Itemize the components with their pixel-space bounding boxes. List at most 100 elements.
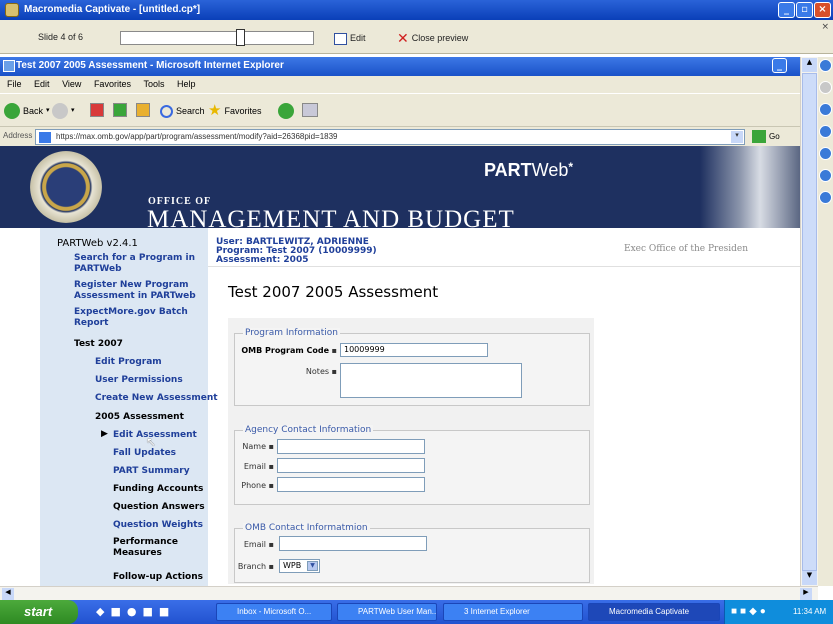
close-preview-button[interactable]: ✕ Close preview (397, 29, 468, 49)
nav-user-permissions[interactable]: User Permissions (95, 375, 183, 386)
agency-phone-label: Phone ▪ (241, 481, 274, 490)
omb-seal-logo (30, 151, 102, 223)
slide-progress-track[interactable] (120, 31, 314, 45)
minimize-icon[interactable]: _ (778, 2, 795, 18)
taskbar-inbox[interactable]: Inbox - Microsoft O... (216, 603, 332, 621)
start-button[interactable]: start (0, 600, 78, 624)
nav-question-weights[interactable]: Question Weights (113, 520, 203, 531)
ie-toolbar: Back ▾ ▾ Search ★ Favorites (0, 93, 800, 126)
refresh-icon[interactable] (113, 103, 127, 117)
ie-window-title: Test 2007 2005 Assessment - Microsoft In… (16, 60, 284, 71)
search-button[interactable]: Search (160, 102, 205, 120)
mouse-cursor-icon: ↖ (146, 435, 157, 449)
rewind-icon[interactable] (819, 125, 832, 138)
agency-email-input[interactable] (277, 458, 425, 473)
nav-program-name: Test 2007 (74, 339, 123, 349)
branch-select[interactable]: WPB ▼ (279, 559, 320, 573)
nav-question-answers[interactable]: Question Answers (113, 502, 205, 513)
clock: 11:34 AM (793, 607, 827, 616)
scroll-left-icon[interactable]: ◀ (2, 588, 14, 600)
play-icon[interactable] (819, 59, 832, 72)
forward-arrow-icon (52, 103, 68, 119)
nav-fall-updates[interactable]: Fall Updates (113, 448, 176, 459)
menu-file[interactable]: File (7, 79, 22, 89)
scroll-thumb[interactable] (802, 73, 817, 571)
nav-register-assessment[interactable]: Register New Program Assessment in PARTw… (74, 280, 204, 302)
captivate-title-bar: Macromedia Captivate - [untitled.cp*] _ … (0, 0, 833, 20)
nav-create-assessment[interactable]: Create New Assessment (95, 393, 218, 404)
menu-favorites[interactable]: Favorites (94, 79, 131, 89)
edit-button[interactable]: Edit (334, 29, 366, 49)
slide-counter: Slide 4 of 6 (38, 32, 84, 42)
omb-email-input[interactable] (279, 536, 427, 551)
nav-followup-actions[interactable]: Follow-up Actions (113, 572, 203, 583)
scroll-right-icon[interactable]: ▶ (800, 588, 812, 600)
nav-part-summary[interactable]: PART Summary (113, 466, 190, 477)
captivate-playback-controls (818, 57, 833, 586)
taskbar-partweb-manual[interactable]: PARTWeb User Man... (337, 603, 437, 621)
go-arrow-icon (752, 130, 766, 143)
horizontal-scrollbar[interactable]: ◀ ▶ (0, 586, 818, 600)
slide-progress-thumb[interactable] (236, 29, 245, 46)
ie-title-bar: Test 2007 2005 Assessment - Microsoft In… (0, 57, 800, 76)
taskbar-internet-explorer[interactable]: 3 Internet Explorer (443, 603, 583, 621)
exec-office-text: Exec Office of the Presiden (624, 244, 749, 254)
close-preview-icon: ✕ (397, 30, 409, 47)
assessment-line: Assessment: 2005 (216, 255, 309, 265)
taskbar-captivate[interactable]: Macromedia Captivate (588, 603, 720, 621)
nav-performance-measures[interactable]: Performance Measures (113, 537, 203, 559)
captivate-window-title: Macromedia Captivate - [untitled.cp*] (24, 4, 201, 15)
page-title: Test 2007 2005 Assessment (228, 283, 439, 301)
nav-funding-accounts[interactable]: Funding Accounts (113, 484, 203, 495)
menu-edit[interactable]: Edit (34, 79, 50, 89)
previous-icon[interactable] (819, 147, 832, 160)
address-bar: Address https://max.omb.gov/app/part/pro… (0, 126, 800, 146)
nav-expectmore-report[interactable]: ExpectMore.gov Batch Report (74, 307, 204, 329)
system-tray: ■■◆● 11:34 AM (724, 600, 833, 624)
select-arrow-icon: ▼ (307, 561, 318, 571)
agency-name-input[interactable] (277, 439, 425, 454)
agency-email-label: Email ▪ (243, 462, 274, 471)
nav-search-program[interactable]: Search for a Program in PARTWeb (74, 253, 204, 275)
home-icon[interactable] (136, 103, 150, 117)
scroll-down-icon[interactable]: ▼ (802, 571, 817, 585)
menu-help[interactable]: Help (177, 79, 196, 89)
menu-tools[interactable]: Tools (143, 79, 164, 89)
dropdown-arrow-icon[interactable]: ▾ (731, 131, 743, 143)
panel-close-icon[interactable]: × (821, 22, 829, 32)
menu-view[interactable]: View (62, 79, 81, 89)
url-input[interactable]: https://max.omb.gov/app/part/program/ass… (35, 129, 745, 145)
agency-name-label: Name ▪ (242, 442, 274, 451)
scroll-up-icon[interactable]: ▲ (802, 58, 817, 72)
tray-icons[interactable]: ■■◆● (731, 606, 769, 617)
close-icon[interactable]: × (814, 2, 831, 18)
favorites-star-icon: ★ (208, 102, 222, 119)
print-icon[interactable] (302, 103, 318, 117)
omb-code-label: OMB Program Code ▪ (241, 346, 337, 355)
nav-assessment-year: 2005 Assessment (95, 412, 184, 422)
back-button[interactable]: Back ▾ (4, 102, 50, 120)
stop-icon[interactable] (90, 103, 104, 117)
vertical-scrollbar[interactable]: ▲ ▼ (800, 57, 818, 586)
pause-icon[interactable] (819, 81, 832, 94)
maximize-icon[interactable]: ▫ (796, 2, 813, 18)
exit-icon[interactable] (819, 191, 832, 204)
forward-button[interactable]: ▾ (52, 102, 75, 120)
notes-textarea[interactable] (340, 363, 522, 398)
user-info: User: BARTLEWITZ, ADRIENNE Program: Test… (216, 238, 377, 265)
omb-banner: OFFICE OF MANAGEMENT AND BUDGET PARTWeb* (0, 146, 800, 233)
ie-app-icon (3, 60, 15, 72)
next-icon[interactable] (819, 169, 832, 182)
favorites-button[interactable]: ★ Favorites (208, 102, 261, 120)
back-arrow-icon (4, 103, 20, 119)
agency-phone-input[interactable] (277, 477, 425, 492)
branch-label: Branch ▪ (237, 562, 274, 571)
omb-code-input[interactable]: 10009999 (340, 343, 488, 357)
media-icon[interactable] (278, 103, 294, 119)
stop-icon[interactable] (819, 103, 832, 116)
nav-edit-program[interactable]: Edit Program (95, 357, 162, 368)
omb-contact-legend: OMB Contact Informatmion (243, 523, 370, 533)
go-button[interactable]: Go (752, 130, 780, 143)
quick-launch-icons[interactable]: ◆■●■■ (96, 605, 206, 619)
ie-minimize-icon[interactable]: _ (772, 58, 787, 73)
